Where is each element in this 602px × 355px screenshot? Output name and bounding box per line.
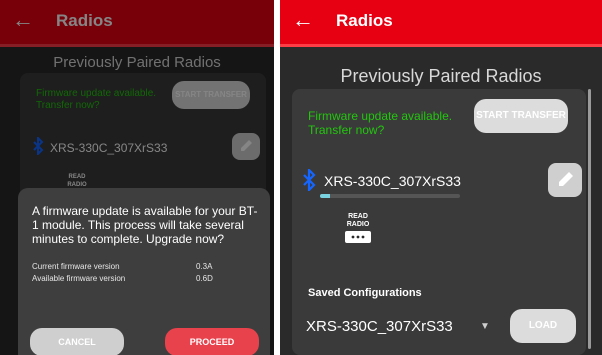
read-radio-label-1: READ: [348, 213, 368, 220]
pencil-icon: [559, 172, 573, 186]
saved-configurations-heading: Saved Configurations: [308, 287, 422, 299]
scrollbar[interactable]: [588, 89, 591, 349]
available-version-row: Available firmware version 0.6D: [32, 274, 262, 283]
app-title: Radios: [336, 11, 393, 30]
back-arrow-icon[interactable]: ←: [292, 7, 314, 33]
radio-card: Firmware update available. Transfer now?…: [292, 89, 586, 355]
right-screen: ← Radios Previously Paired Radios Firmwa…: [280, 0, 602, 355]
start-transfer-button[interactable]: START TRANSFER: [474, 99, 568, 133]
transfer-progress-fill: [320, 194, 330, 198]
app-bar: ← Radios: [280, 0, 602, 47]
current-version-row: Current firmware version 0.3A: [32, 262, 262, 271]
read-radio-button[interactable]: READ RADIO: [342, 213, 374, 246]
cancel-button[interactable]: CANCEL: [30, 328, 124, 355]
dialog-message: A firmware update is available for your …: [32, 204, 258, 246]
bluetooth-icon: [302, 167, 316, 196]
firmware-notice: Firmware update available. Transfer now?: [308, 109, 453, 137]
load-button[interactable]: LOAD: [510, 309, 576, 343]
read-radio-label-2: RADIO: [346, 221, 370, 228]
radio-name: XRS-330C_307XrS33: [324, 173, 461, 189]
read-radio-icon: [345, 231, 371, 243]
proceed-button[interactable]: PROCEED: [165, 328, 259, 355]
available-version-label: Available firmware version: [32, 274, 126, 283]
current-version-label: Current firmware version: [32, 262, 120, 271]
available-version-value: 0.6D: [196, 274, 213, 283]
current-version-value: 0.3A: [196, 262, 213, 271]
firmware-update-dialog: A firmware update is available for your …: [18, 188, 270, 355]
configuration-select-value: XRS-330C_307XrS33: [306, 318, 453, 335]
left-screen: ← Radios Previously Paired Radios Firmwa…: [0, 0, 274, 355]
transfer-progress-bar: [320, 194, 460, 198]
configuration-select[interactable]: XRS-330C_307XrS33 ▼: [304, 314, 498, 340]
edit-radio-button[interactable]: [548, 163, 582, 197]
page-heading: Previously Paired Radios: [340, 66, 542, 86]
dropdown-caret-icon: ▼: [480, 321, 490, 332]
